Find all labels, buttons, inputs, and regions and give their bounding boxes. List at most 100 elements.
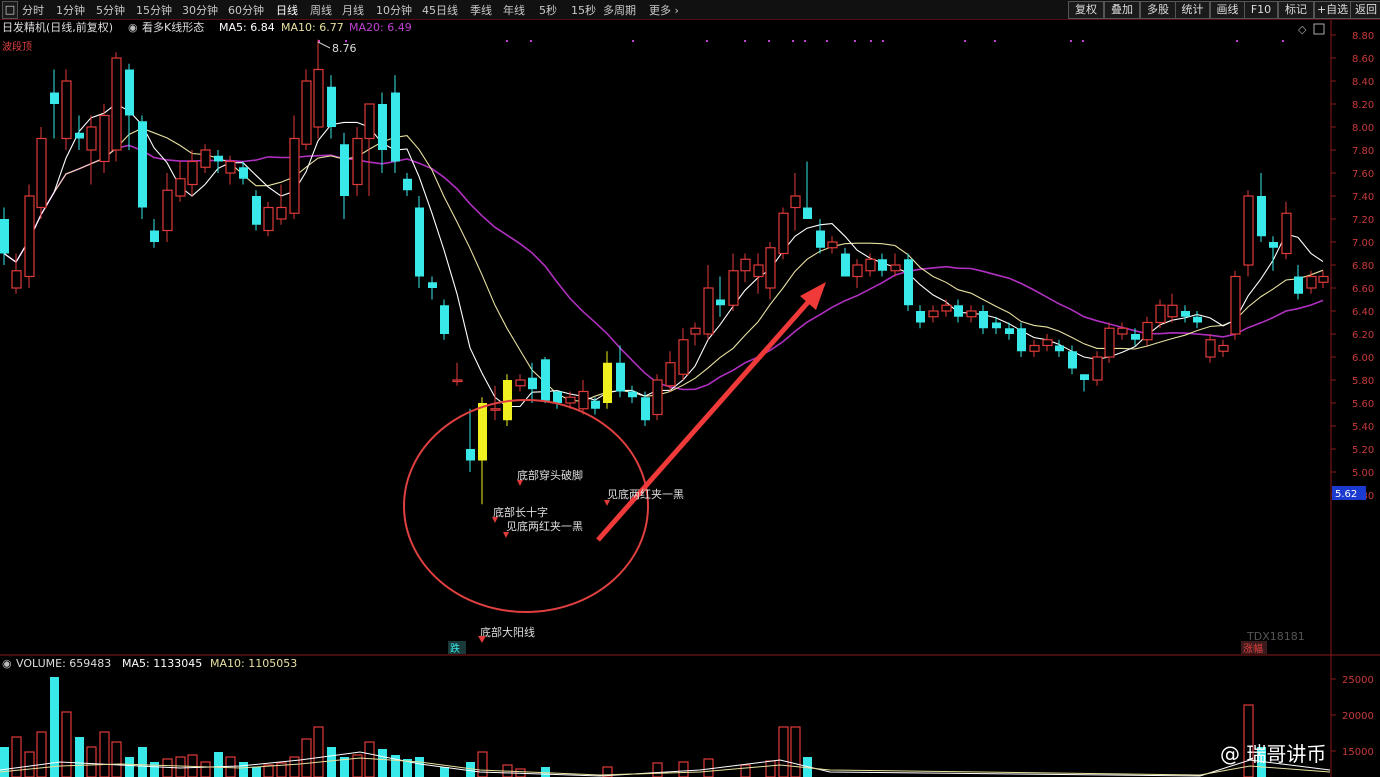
candle-body-31 [391,92,400,162]
candle-body-50 [628,391,637,398]
candle-body-45 [565,396,576,404]
candle-body-20 [252,196,261,225]
price-tick-label-6: 7.60 [1352,169,1374,180]
candle-body-30 [378,104,387,150]
tdx-watermark: TDX18181 [1246,630,1305,643]
high-price-label: 8.76 [332,42,357,55]
price-tick-label-7: 7.40 [1352,192,1374,203]
candle-body-2 [24,195,35,278]
candle-body-27 [340,144,349,196]
volume-bar-5 [61,711,72,777]
kline-chart[interactable]: 8.80 8.60 8.40 8.20 8.00 7.80 7.60 7.40 7.20 7.00… [0,0,1380,777]
volume-bar-17 [214,752,223,777]
candle-body-18 [225,160,236,174]
annotation-big-yang: 底部大阳线 [480,625,535,639]
volume-menu-icon[interactable]: ◉ [2,656,12,672]
diamond-icon[interactable]: ◇ [1298,23,1307,36]
annotation-engulf: 底部穿头破脚 [517,468,583,482]
candle-body-32 [403,178,412,191]
volume-bar-9 [111,741,122,777]
volume-bar-3 [36,731,47,777]
candle-body-77 [966,310,977,318]
candle-body-48 [603,362,612,403]
ma10-line [3,127,1324,402]
candle-body-16 [200,149,211,168]
volume-bar-46 [778,726,789,777]
volume-bar-8 [99,731,110,777]
candle-body-56 [703,287,714,335]
candle-body-0 [0,219,9,254]
candle-body-70 [878,259,887,271]
volume-bar-7 [86,746,97,777]
candle-body-92 [1155,304,1166,324]
marker-arrow-1 [478,636,486,643]
candle-body-17 [214,155,223,162]
volume-ma5: MA5: 1133045 [122,657,203,670]
volume-bar-39 [541,767,550,777]
volume-bar-16 [200,761,211,777]
signal-dot-4 [632,40,634,42]
candle-body-82 [1029,344,1040,352]
marker-arrow-3 [503,532,509,538]
candle-body-44 [553,391,562,403]
candle-body-41 [515,379,526,387]
moving-average-lines [3,103,1324,408]
volume-bar-18 [225,756,236,777]
marker-arrow-5 [604,500,610,506]
price-tick-label-0: 8.80 [1352,31,1374,42]
marker-arrow-2 [492,517,498,523]
candle-body-60 [753,264,764,278]
volume-axis: 25000 20000 15000 [1331,675,1374,758]
signal-dot-17 [1082,40,1084,42]
volume-bar-6 [75,737,84,777]
marker-arrow-4 [517,480,523,486]
signal-dot-18 [1236,40,1238,42]
candle-body-96 [1205,339,1216,358]
price-tick-label-18: 5.20 [1352,445,1374,456]
candle-body-62 [778,212,789,255]
candle-body-68 [852,264,863,278]
volume-bar-11 [138,747,147,777]
candlesticks [0,39,1329,505]
vol-tick-label-1: 20000 [1342,711,1374,722]
volume-ma10: MA10: 1105053 [210,657,298,670]
candle-body-74 [928,310,939,318]
candle-body-102 [1281,212,1292,255]
candle-body-11 [138,121,147,208]
candle-body-66 [827,241,838,249]
candle-body-4 [50,92,59,104]
candle-body-23 [289,137,300,214]
candle-body-13 [162,189,173,232]
candle-body-64 [803,207,812,219]
candle-body-19 [239,167,248,179]
candle-body-12 [150,230,159,242]
price-tick-label-13: 6.20 [1352,330,1374,341]
expand-icon[interactable] [1313,23,1325,35]
candle-body-21 [263,206,274,232]
candle-body-34 [428,282,437,288]
candle-body-47 [591,400,600,409]
volume-bars [0,677,1331,777]
signal-dot-15 [994,40,996,42]
candle-body-63 [790,195,801,209]
price-tick-label-14: 6.00 [1352,353,1374,364]
candle-body-8 [99,114,110,163]
price-tick-label-8: 7.20 [1352,215,1374,226]
candle-body-57 [716,299,725,306]
candle-body-7 [86,126,97,151]
candle-body-61 [765,247,776,289]
candle-body-65 [816,230,825,248]
signal-dot-16 [1070,40,1072,42]
candle-body-83 [1042,339,1053,347]
volume-bar-30 [378,749,387,777]
volume-label: VOLUME: 659483 [16,657,112,670]
candle-body-26 [327,86,336,127]
candle-body-14 [175,178,186,197]
current-price-label: 5.62 [1335,489,1357,500]
price-tick-label-11: 6.60 [1352,284,1374,295]
ma20-line [3,144,1324,391]
candle-body-52 [652,379,663,416]
candle-body-37 [466,449,475,461]
signal-dot-19 [1282,40,1284,42]
candle-body-79 [992,322,1001,329]
